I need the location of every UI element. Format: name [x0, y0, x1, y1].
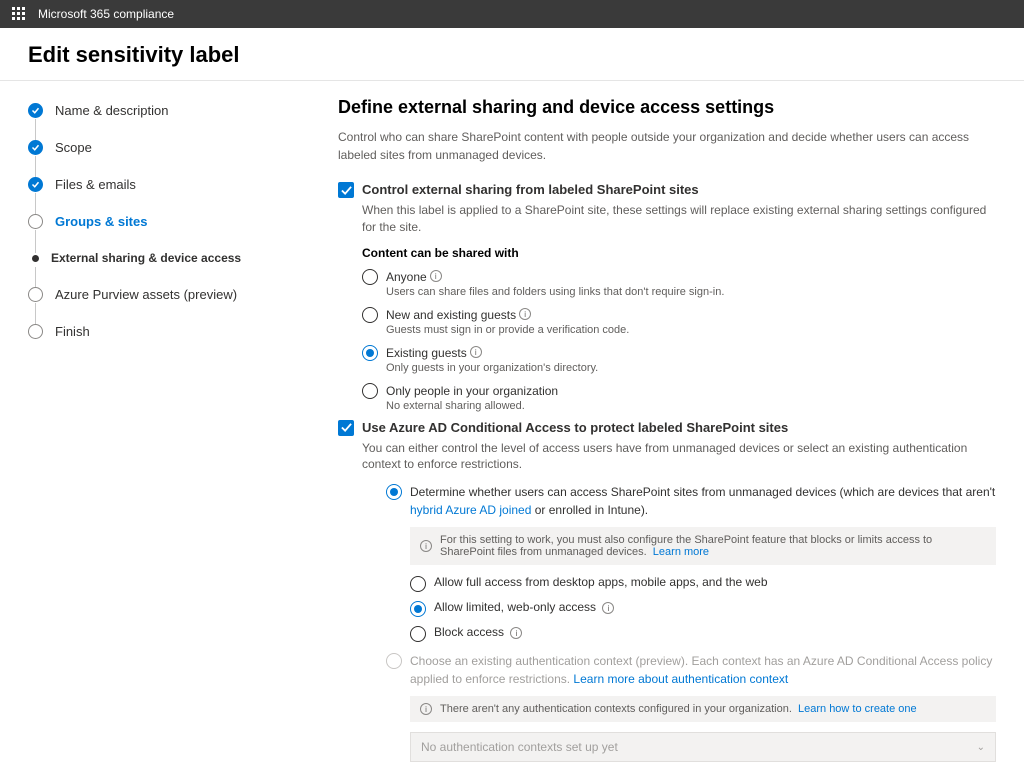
- infobox-unmanaged-warning: i For this setting to work, you must als…: [410, 527, 996, 565]
- checkbox-azure-ad-conditional-access[interactable]: [338, 420, 354, 436]
- link-create-auth-context[interactable]: Learn how to create one: [798, 703, 917, 715]
- radio-label: Only people in your organizationNo exter…: [386, 382, 558, 412]
- step-label: Azure Purview assets (preview): [55, 287, 237, 302]
- checkbox-label: Use Azure AD Conditional Access to prote…: [362, 420, 788, 435]
- dropdown-auth-context: No authentication contexts set up yet ⌄: [410, 732, 996, 762]
- check-icon: [28, 140, 43, 155]
- step-label: Files & emails: [55, 177, 136, 192]
- step-dot-icon: [28, 214, 43, 229]
- main-panel: Define external sharing and device acces…: [328, 97, 996, 762]
- radio-label: Allow full access from desktop apps, mob…: [434, 575, 768, 589]
- section-description: Control who can share SharePoint content…: [338, 128, 996, 164]
- step-dot-icon: [28, 324, 43, 339]
- infobox-no-auth-contexts: i There aren't any authentication contex…: [410, 696, 996, 722]
- radio-sharing-option[interactable]: [362, 307, 378, 323]
- radio-label: Determine whether users can access Share…: [410, 483, 996, 519]
- checkbox-control-external-sharing[interactable]: [338, 182, 354, 198]
- checkbox-label: Control external sharing from labeled Sh…: [362, 182, 699, 197]
- radio-label: Allow limited, web-only access i: [434, 600, 614, 614]
- product-name: Microsoft 365 compliance: [38, 7, 174, 21]
- section2-subtext: You can either control the level of acce…: [362, 440, 996, 474]
- wizard-steps-sidebar: Name & description Scope Files & emails Gro…: [28, 97, 328, 762]
- link-hybrid-azure-ad[interactable]: hybrid Azure AD joined: [410, 503, 531, 517]
- chevron-down-icon: ⌄: [977, 742, 985, 753]
- info-icon[interactable]: i: [430, 270, 442, 282]
- radio-sharing-option[interactable]: [362, 383, 378, 399]
- radio-access-level[interactable]: [410, 626, 426, 642]
- link-learn-more[interactable]: Learn more: [653, 546, 709, 558]
- radio-label: Existing guestsiOnly guests in your orga…: [386, 344, 598, 374]
- radio-label: Block access i: [434, 625, 522, 639]
- step-label: Groups & sites: [55, 214, 147, 229]
- section1-subtitle: Content can be shared with: [362, 246, 996, 260]
- radio-access-level[interactable]: [410, 576, 426, 592]
- radio-access-level[interactable]: [410, 601, 426, 617]
- check-icon: [28, 103, 43, 118]
- radio-unmanaged-devices[interactable]: [386, 484, 402, 500]
- wizard-step[interactable]: External sharing & device access: [28, 251, 328, 287]
- info-icon[interactable]: i: [470, 346, 482, 358]
- info-icon[interactable]: i: [519, 308, 531, 320]
- wizard-step[interactable]: Files & emails: [28, 177, 328, 214]
- section1-subtext: When this label is applied to a SharePoi…: [362, 202, 996, 236]
- info-icon[interactable]: i: [510, 627, 522, 639]
- info-icon: i: [420, 703, 432, 715]
- wizard-step[interactable]: Groups & sites: [28, 214, 328, 251]
- page-title: Edit sensitivity label: [0, 28, 1024, 80]
- step-label: Name & description: [55, 103, 168, 118]
- radio-label: AnyoneiUsers can share files and folders…: [386, 268, 724, 298]
- wizard-step[interactable]: Name & description: [28, 103, 328, 140]
- step-dot-icon: [32, 255, 39, 262]
- radio-label: New and existing guestsiGuests must sign…: [386, 306, 629, 336]
- step-label: Finish: [55, 324, 90, 339]
- wizard-step[interactable]: Scope: [28, 140, 328, 177]
- link-learn-auth-context[interactable]: Learn more about authentication context: [573, 672, 788, 686]
- step-dot-icon: [28, 287, 43, 302]
- waffle-icon[interactable]: [12, 7, 26, 21]
- radio-label-disabled: Choose an existing authentication contex…: [410, 652, 996, 688]
- check-icon: [28, 177, 43, 192]
- radio-sharing-option[interactable]: [362, 345, 378, 361]
- wizard-step[interactable]: Finish: [28, 324, 328, 339]
- step-label: Scope: [55, 140, 92, 155]
- app-header: Microsoft 365 compliance: [0, 0, 1024, 28]
- wizard-step[interactable]: Azure Purview assets (preview): [28, 287, 328, 324]
- step-label: External sharing & device access: [51, 251, 241, 265]
- info-icon[interactable]: i: [602, 602, 614, 614]
- radio-authentication-context: [386, 653, 402, 669]
- section-heading: Define external sharing and device acces…: [338, 97, 996, 118]
- info-icon: i: [420, 540, 432, 552]
- radio-sharing-option[interactable]: [362, 269, 378, 285]
